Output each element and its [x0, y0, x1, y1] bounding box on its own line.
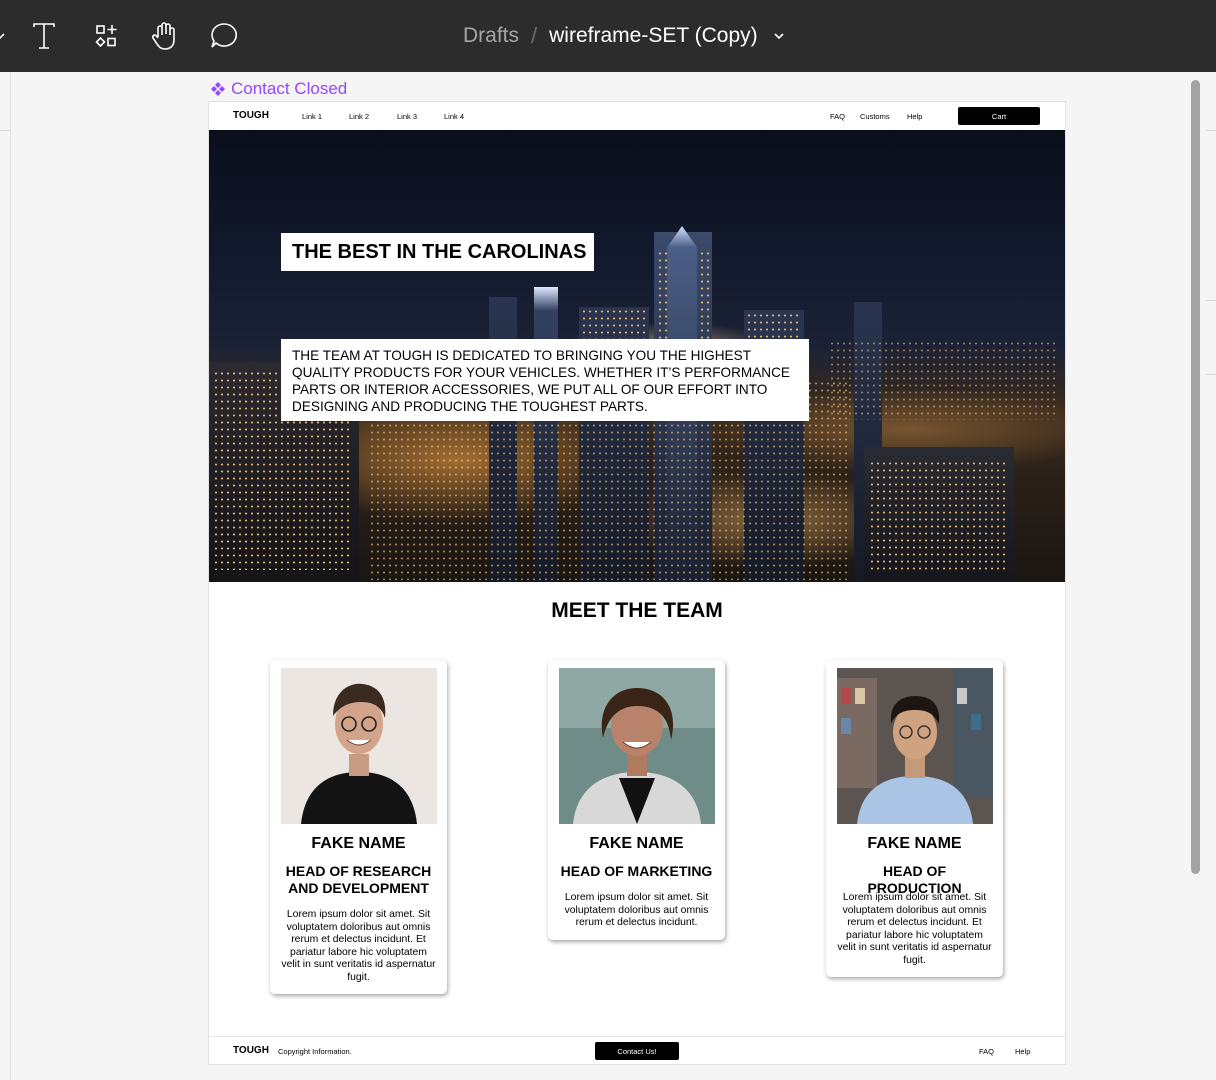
team-card: FAKE NAME HEAD OF MARKETING Lorem ipsum … — [548, 660, 725, 940]
website-frame[interactable]: TOUGH Link 1 Link 2 Link 3 Link 4 FAQ Cu… — [209, 102, 1065, 1064]
vertical-scrollbar[interactable] — [1191, 80, 1200, 874]
section-title-meet-the-team: MEET THE TEAM — [551, 599, 723, 622]
file-name[interactable]: wireframe-SET (Copy) — [549, 24, 757, 48]
team-member-bio: Lorem ipsum dolor sit amet. Sit voluptat… — [564, 892, 709, 928]
team-member-name: FAKE NAME — [867, 835, 962, 852]
canvas-tick — [1206, 300, 1216, 301]
team-photo — [281, 668, 437, 824]
nav-link-2[interactable]: Link 2 — [349, 112, 369, 121]
nav-link-4[interactable]: Link 4 — [444, 112, 464, 121]
site-logo[interactable]: TOUGH — [233, 110, 269, 121]
nav-link-faq[interactable]: FAQ — [830, 112, 845, 121]
person-photo-1 — [281, 668, 437, 824]
canvas-tick — [0, 130, 10, 131]
nav-link-1[interactable]: Link 1 — [302, 112, 322, 121]
contact-us-button[interactable]: Contact Us! — [595, 1042, 679, 1060]
cart-button[interactable]: Cart — [958, 107, 1040, 125]
site-footer: TOUGH Copyright Information. Contact Us!… — [209, 1036, 1065, 1064]
figma-toolbar: Drafts / wireframe-SET (Copy) — [0, 0, 1216, 72]
team-photo — [559, 668, 715, 824]
team-member-role: HEAD OF MARKETING — [560, 863, 713, 879]
team-card: FAKE NAME HEAD OF PRODUCTION Lorem ipsum… — [826, 660, 1003, 977]
comment-icon[interactable] — [208, 20, 240, 52]
breadcrumb: Drafts / wireframe-SET (Copy) — [463, 20, 786, 52]
chevron-down-icon[interactable] — [0, 28, 8, 44]
hero-title: THE BEST IN THE CAROLINAS — [281, 233, 594, 271]
hero-description: THE TEAM AT TOUGH IS DEDICATED TO BRINGI… — [281, 339, 809, 421]
nav-link-3[interactable]: Link 3 — [397, 112, 417, 121]
text-tool-icon[interactable] — [28, 20, 60, 52]
footer-link-help[interactable]: Help — [1015, 1047, 1030, 1056]
breadcrumb-drafts-link[interactable]: Drafts — [463, 24, 519, 48]
frame-label-text: Contact Closed — [231, 79, 348, 98]
team-member-role: HEAD OF RESEARCH AND DEVELOPMENT — [285, 863, 432, 896]
resources-icon[interactable] — [90, 20, 122, 52]
team-member-bio: Lorem ipsum dolor sit amet. Sit voluptat… — [837, 892, 992, 966]
hand-tool-icon[interactable] — [148, 20, 180, 52]
canvas-tick — [1206, 374, 1216, 375]
canvas-tick — [1206, 130, 1216, 131]
chevron-down-icon[interactable] — [772, 29, 786, 43]
team-member-name: FAKE NAME — [311, 835, 406, 852]
person-photo-2 — [559, 668, 715, 824]
nav-link-help[interactable]: Help — [907, 112, 922, 121]
site-navbar: TOUGH Link 1 Link 2 Link 3 Link 4 FAQ Cu… — [209, 102, 1065, 130]
team-member-bio: Lorem ipsum dolor sit amet. Sit voluptat… — [281, 909, 436, 983]
frame-label[interactable]: Contact Closed — [210, 79, 347, 99]
hero-building-lights — [829, 340, 1059, 420]
team-member-name: FAKE NAME — [589, 835, 684, 852]
nav-link-customs[interactable]: Customs — [860, 112, 890, 121]
footer-link-faq[interactable]: FAQ — [979, 1047, 994, 1056]
team-photo — [837, 668, 993, 824]
footer-logo[interactable]: TOUGH — [233, 1045, 269, 1056]
canvas-divider — [10, 72, 11, 1080]
component-icon — [211, 82, 225, 96]
team-card: FAKE NAME HEAD OF RESEARCH AND DEVELOPME… — [270, 660, 447, 994]
person-photo-3 — [837, 668, 993, 824]
footer-copyright: Copyright Information. — [278, 1047, 352, 1056]
hero-banner: THE BEST IN THE CAROLINAS THE TEAM AT TO… — [209, 130, 1065, 582]
hero-building-lights — [869, 460, 1009, 570]
breadcrumb-separator: / — [531, 23, 538, 48]
